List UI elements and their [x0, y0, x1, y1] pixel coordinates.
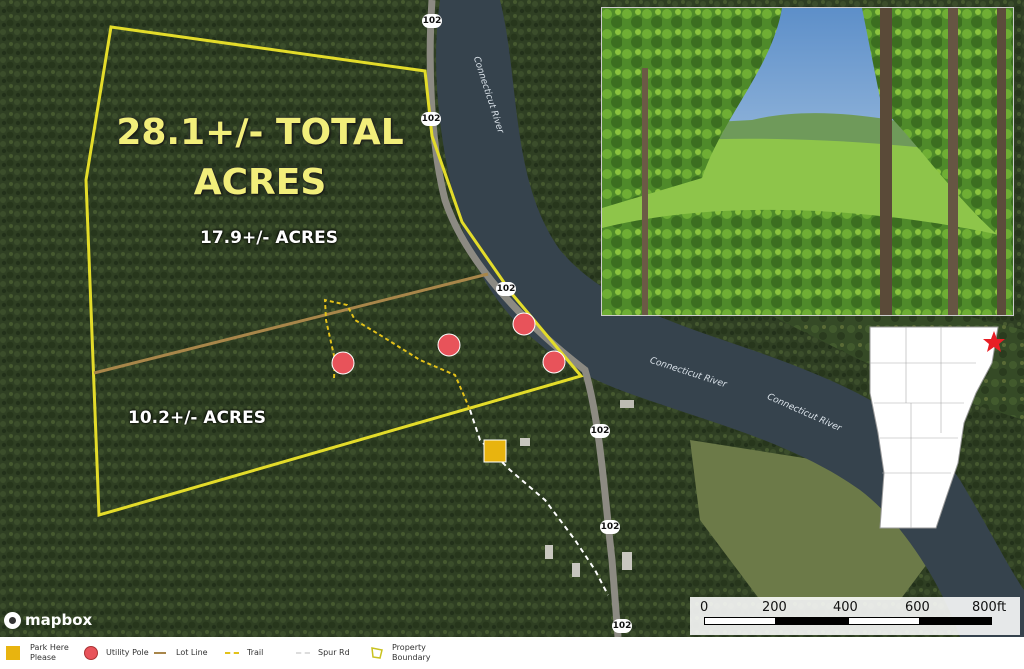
scale-segment [848, 617, 920, 625]
route-102-shield: 102 [421, 112, 441, 126]
scale-tick: 600 [905, 600, 930, 615]
parking-square-icon [6, 646, 20, 660]
scale-bar: 0 200 400 600 800ft [690, 597, 1020, 635]
legend-item-trail: Trail [225, 637, 263, 669]
route-102-shield: 102 [600, 520, 620, 534]
vermont-outline [869, 326, 1005, 529]
parcel-north-label: 17.9+/- ACRES [200, 228, 338, 248]
mapbox-brand-text: mapbox [25, 611, 93, 629]
trail-icon [225, 652, 239, 654]
utility-pole-marker[interactable] [331, 351, 355, 375]
property-boundary-icon [371, 647, 383, 659]
utility-pole-marker[interactable] [437, 333, 461, 357]
building [620, 400, 634, 408]
legend-label: Park Here Please [30, 643, 69, 663]
legend-label-line: Park Here [30, 643, 69, 652]
legend-label-line: Boundary [392, 653, 431, 662]
parcel-south-label: 10.2+/- ACRES [128, 408, 266, 428]
building [520, 438, 530, 446]
scale-segment [704, 617, 776, 625]
legend-label: Utility Pole [106, 648, 149, 657]
legend-label: Spur Rd [318, 648, 350, 657]
scale-tick: 200 [762, 600, 787, 615]
aerial-map[interactable]: 102 102 102 102 102 102 Connecticut Rive… [0, 0, 1024, 637]
building [622, 552, 632, 570]
total-acres-label: 28.1+/- TOTAL ACRES [110, 108, 410, 208]
mapbox-logo-icon [4, 611, 21, 629]
legend-item-parking: Park Here Please [6, 637, 69, 669]
scale-segment [920, 617, 992, 625]
route-102-shield: 102 [496, 282, 516, 296]
total-acres-line1: 28.1+/- TOTAL [116, 112, 404, 153]
building [545, 545, 553, 559]
scale-tick: 400 [833, 600, 858, 615]
legend-label: Lot Line [176, 648, 208, 657]
scale-tick: 0 [700, 600, 709, 615]
legend-label: Property Boundary [392, 643, 431, 663]
map-legend: Park Here Please Utility Pole Lot Line T… [0, 637, 1024, 669]
utility-pole-icon [84, 646, 98, 660]
mapbox-attribution[interactable]: mapbox [4, 611, 92, 629]
parking-marker[interactable] [483, 439, 507, 463]
total-acres-line2: ACRES [193, 162, 327, 203]
utility-pole-marker[interactable] [512, 312, 536, 336]
utility-pole-marker[interactable] [542, 350, 566, 374]
route-102-shield: 102 [422, 14, 442, 28]
spur-road-icon [296, 652, 310, 654]
building [572, 563, 580, 577]
scale-tick: 800ft [972, 600, 1007, 615]
scale-segment [776, 617, 848, 625]
legend-label-line: Property [392, 643, 426, 652]
photo-image [602, 8, 1013, 315]
route-102-shield: 102 [590, 424, 610, 438]
forest-view-photo [601, 7, 1014, 316]
legend-item-utility-pole: Utility Pole [84, 637, 149, 669]
legend-item-property-boundary: Property Boundary [370, 637, 431, 669]
legend-item-spur-road: Spur Rd [296, 637, 350, 669]
route-102-shield: 102 [612, 619, 632, 633]
legend-item-lot-line: Lot Line [154, 637, 208, 669]
lot-line-icon [154, 652, 166, 654]
legend-label: Trail [247, 648, 264, 657]
legend-label-line: Please [30, 653, 56, 662]
vermont-locator-map [866, 323, 1006, 538]
